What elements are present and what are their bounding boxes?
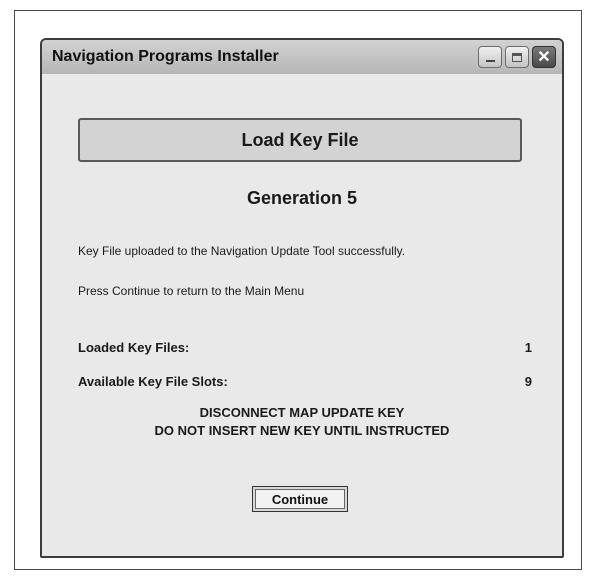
maximize-icon[interactable] [505,46,529,68]
panel-header-label: Load Key File [241,129,359,150]
window-content: Load Key File Generation 5 Key File uplo… [42,74,562,556]
loaded-key-files-value: 1 [524,340,532,355]
warning-disconnect: DISCONNECT MAP UPDATE KEY [199,405,405,420]
available-slots-value: 9 [524,374,532,389]
window-title: Navigation Programs Installer [52,48,279,65]
loaded-key-files-label: Loaded Key Files: [78,340,190,355]
continue-button-label: Continue [255,489,345,509]
success-message: Key File uploaded to the Navigation Upda… [78,244,406,258]
close-icon[interactable]: ✕ [532,46,556,68]
available-slots-label: Available Key File Slots: [78,374,228,389]
title-bar[interactable]: Navigation Programs Installer ✕ [42,40,562,75]
panel-header: Load Key File [78,118,522,162]
installer-window: Navigation Programs Installer ✕ Load Key… [40,38,564,558]
continue-instruction: Press Continue to return to the Main Men… [78,284,305,298]
minimize-icon[interactable] [478,46,502,68]
window-controls: ✕ [478,46,556,68]
continue-button[interactable]: Continue [252,486,348,512]
warning-do-not-insert: DO NOT INSERT NEW KEY UNTIL INSTRUCTED [154,423,450,438]
generation-title: Generation 5 [246,188,358,208]
